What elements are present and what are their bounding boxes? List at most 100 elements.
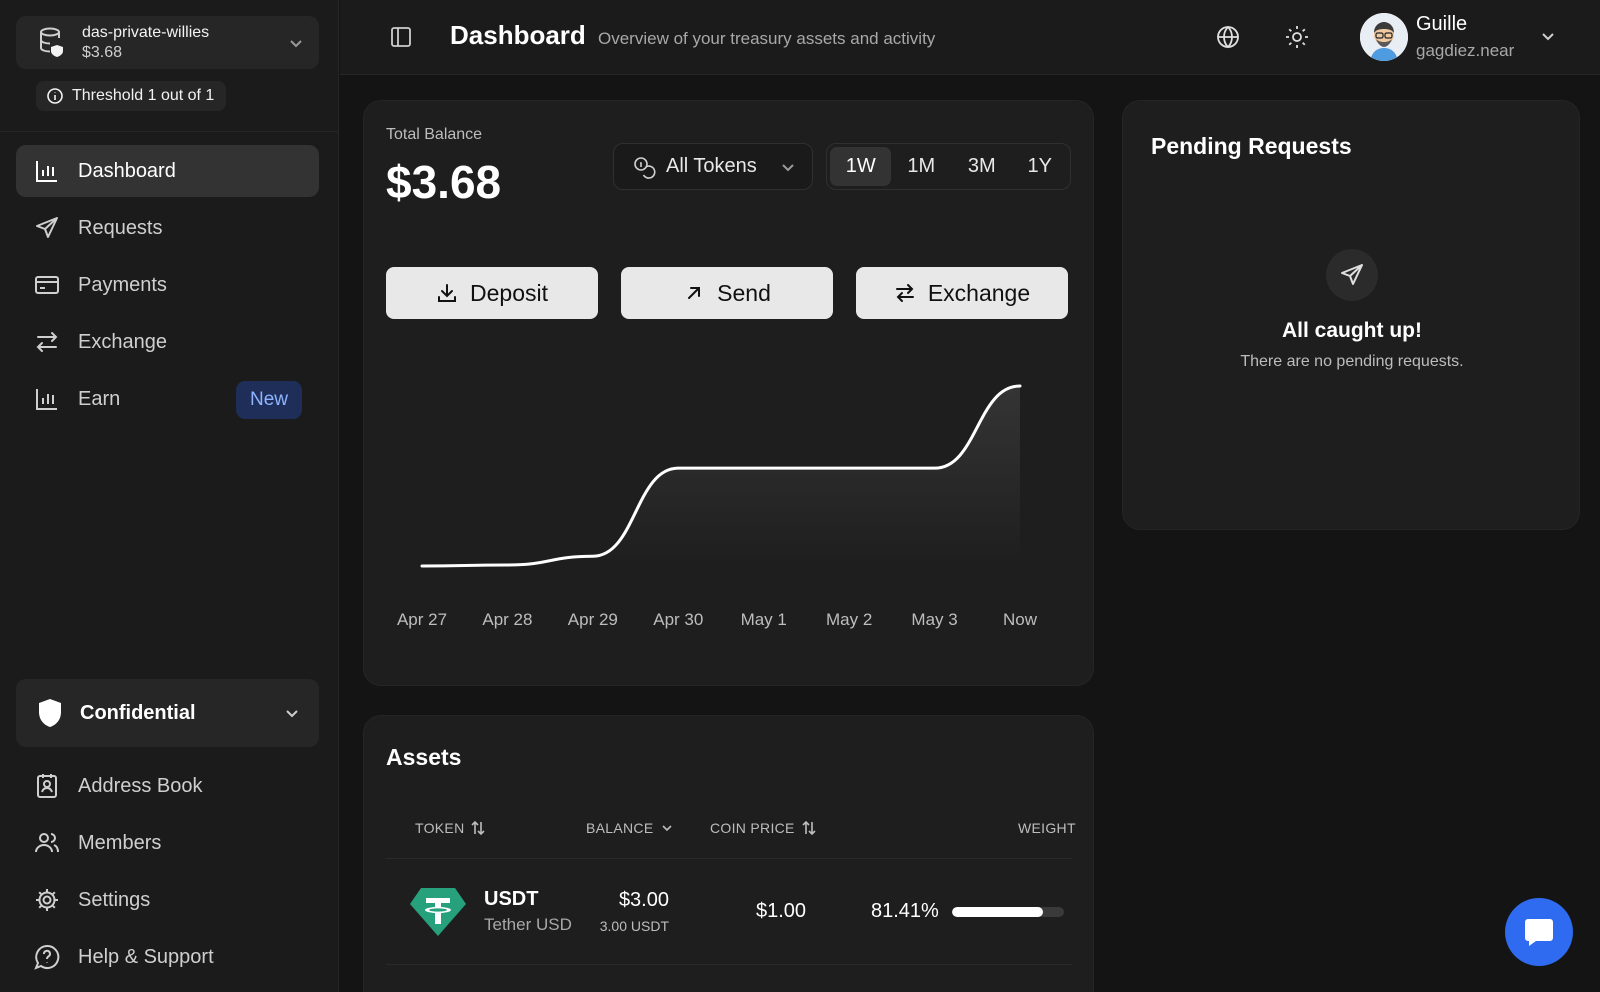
page-subtitle: Overview of your treasury assets and act… (598, 29, 936, 48)
assets-card: Assets TOKEN BALANCE COIN PRICE WEIGHT U… (363, 715, 1094, 992)
chevron-down-icon (662, 825, 673, 832)
token-name: Tether USD (484, 915, 572, 934)
user-avatar-icon (1360, 13, 1408, 61)
user-name[interactable]: Guille (1416, 13, 1467, 36)
column-header-price[interactable]: COIN PRICE (710, 820, 817, 836)
x-tick-label: Apr 28 (482, 610, 532, 629)
pending-empty-text: There are no pending requests. (1240, 353, 1464, 370)
bar-chart-icon (36, 161, 57, 182)
assets-title: Assets (386, 744, 462, 770)
sidebar-item-requests[interactable]: Requests (16, 202, 319, 254)
total-balance-value: $3.68 (386, 156, 502, 208)
help-chat-icon (34, 944, 60, 970)
x-tick-label: Apr 27 (397, 610, 447, 629)
sidebar-item-label: Exchange (78, 330, 167, 353)
sidebar-item-label: Requests (78, 216, 163, 239)
token-balance: $3.00 (618, 889, 669, 911)
sidebar-item-address-book[interactable]: Address Book (16, 760, 319, 812)
arrow-up-right-icon (688, 287, 701, 299)
top-header: Dashboard Overview of your treasury asse… (340, 0, 1600, 75)
x-tick-label: May 2 (826, 610, 872, 629)
confidential-toggle[interactable]: Confidential (16, 679, 319, 747)
users-icon (35, 833, 59, 853)
sidebar-item-label: Settings (78, 888, 151, 911)
x-tick-label: Apr 30 (653, 610, 703, 629)
token-filter-select[interactable]: All Tokens (613, 143, 813, 190)
range-3m-button[interactable]: 3M (951, 147, 1012, 186)
range-1m-button[interactable]: 1M (891, 147, 951, 186)
pending-empty-title: All caught up! (1282, 319, 1422, 342)
column-header-label: WEIGHT (1018, 820, 1076, 836)
gear-icon (36, 889, 58, 911)
arrows-exchange-icon (36, 332, 58, 352)
token-price: $1.00 (756, 900, 807, 922)
sidebar-item-payments[interactable]: Payments (16, 259, 319, 311)
exchange-label: Exchange (927, 279, 1031, 306)
info-icon (47, 88, 63, 104)
column-header-label: BALANCE (586, 820, 654, 836)
database-lock-icon (40, 27, 63, 57)
token-symbol: USDT (484, 888, 539, 910)
credit-card-icon (35, 276, 59, 294)
column-header-token[interactable]: TOKEN (415, 820, 486, 836)
sidebar-item-label: Members (78, 831, 162, 854)
weight-bar (952, 907, 1064, 917)
range-1y-button[interactable]: 1Y (1012, 147, 1067, 186)
usdt-logo-icon (410, 888, 466, 936)
sidebar-item-label: Address Book (78, 774, 203, 797)
deposit-button[interactable]: Deposit (386, 267, 598, 319)
send-button[interactable]: Send (621, 267, 833, 319)
sidebar-divider (0, 131, 339, 132)
coins-icon (634, 156, 656, 179)
column-header-label: COIN PRICE (710, 820, 795, 836)
x-tick-label: May 3 (911, 610, 957, 629)
balance-card: Total Balance $3.68 All Tokens 1W 1M 3M … (363, 100, 1094, 686)
chevron-down-icon[interactable] (1539, 27, 1557, 45)
sidebar-item-exchange[interactable]: Exchange (16, 316, 319, 368)
range-1w-button[interactable]: 1W (830, 147, 892, 186)
weight-bar-fill (952, 907, 1044, 917)
token-weight: 81.41% (871, 900, 939, 922)
shield-icon (39, 699, 61, 727)
avatar[interactable] (1360, 13, 1408, 61)
sidebar-item-help[interactable]: Help & Support (16, 931, 319, 983)
deposit-label: Deposit (470, 279, 548, 306)
globe-icon[interactable] (1216, 25, 1240, 49)
sidebar-item-label: Payments (78, 273, 167, 296)
send-icon (1341, 264, 1363, 285)
x-tick-label: May 1 (741, 610, 787, 629)
arrows-exchange-icon (895, 284, 914, 302)
treasury-selector[interactable]: das-private-willies $3.68 (16, 16, 319, 69)
sidebar-item-members[interactable]: Members (16, 817, 319, 869)
column-header-weight: WEIGHT (1018, 820, 1076, 836)
pending-requests-title: Pending Requests (1151, 133, 1352, 159)
chevron-down-icon (290, 39, 302, 47)
pending-requests-card: Pending Requests All caught up! There ar… (1122, 100, 1580, 530)
column-header-balance[interactable]: BALANCE (586, 820, 675, 836)
threshold-badge: Threshold 1 out of 1 (36, 81, 227, 111)
sidebar: das-private-willies $3.68 Threshold 1 ou… (0, 0, 339, 992)
sidebar-toggle-icon[interactable] (390, 26, 412, 48)
sidebar-item-label: Help & Support (78, 945, 214, 968)
bar-chart-icon (36, 389, 57, 410)
chat-support-button[interactable] (1505, 898, 1573, 966)
treasury-balance: $3.68 (82, 43, 123, 61)
sidebar-item-dashboard[interactable]: Dashboard (16, 145, 319, 197)
sidebar-item-settings[interactable]: Settings (16, 874, 319, 926)
send-icon (36, 217, 58, 238)
sun-icon[interactable] (1285, 25, 1309, 49)
sort-icon (802, 820, 816, 836)
address-book-icon (37, 774, 57, 798)
token-filter-label: All Tokens (666, 155, 757, 177)
exchange-button[interactable]: Exchange (856, 267, 1068, 319)
sidebar-item-earn[interactable]: Earn New (16, 373, 319, 425)
table-divider (386, 964, 1072, 965)
page-title: Dashboard (450, 20, 586, 50)
balance-line-chart: Apr 27 Apr 28 Apr 29 Apr 30 May 1 May 2 May 3 N… (397, 384, 1038, 629)
download-icon (438, 284, 456, 302)
sort-icon (471, 820, 486, 836)
time-range-group: 1W 1M 3M 1Y (826, 143, 1071, 190)
new-badge: New (235, 381, 302, 419)
chevron-down-icon (782, 163, 794, 171)
chart-area-fill (422, 386, 1020, 566)
